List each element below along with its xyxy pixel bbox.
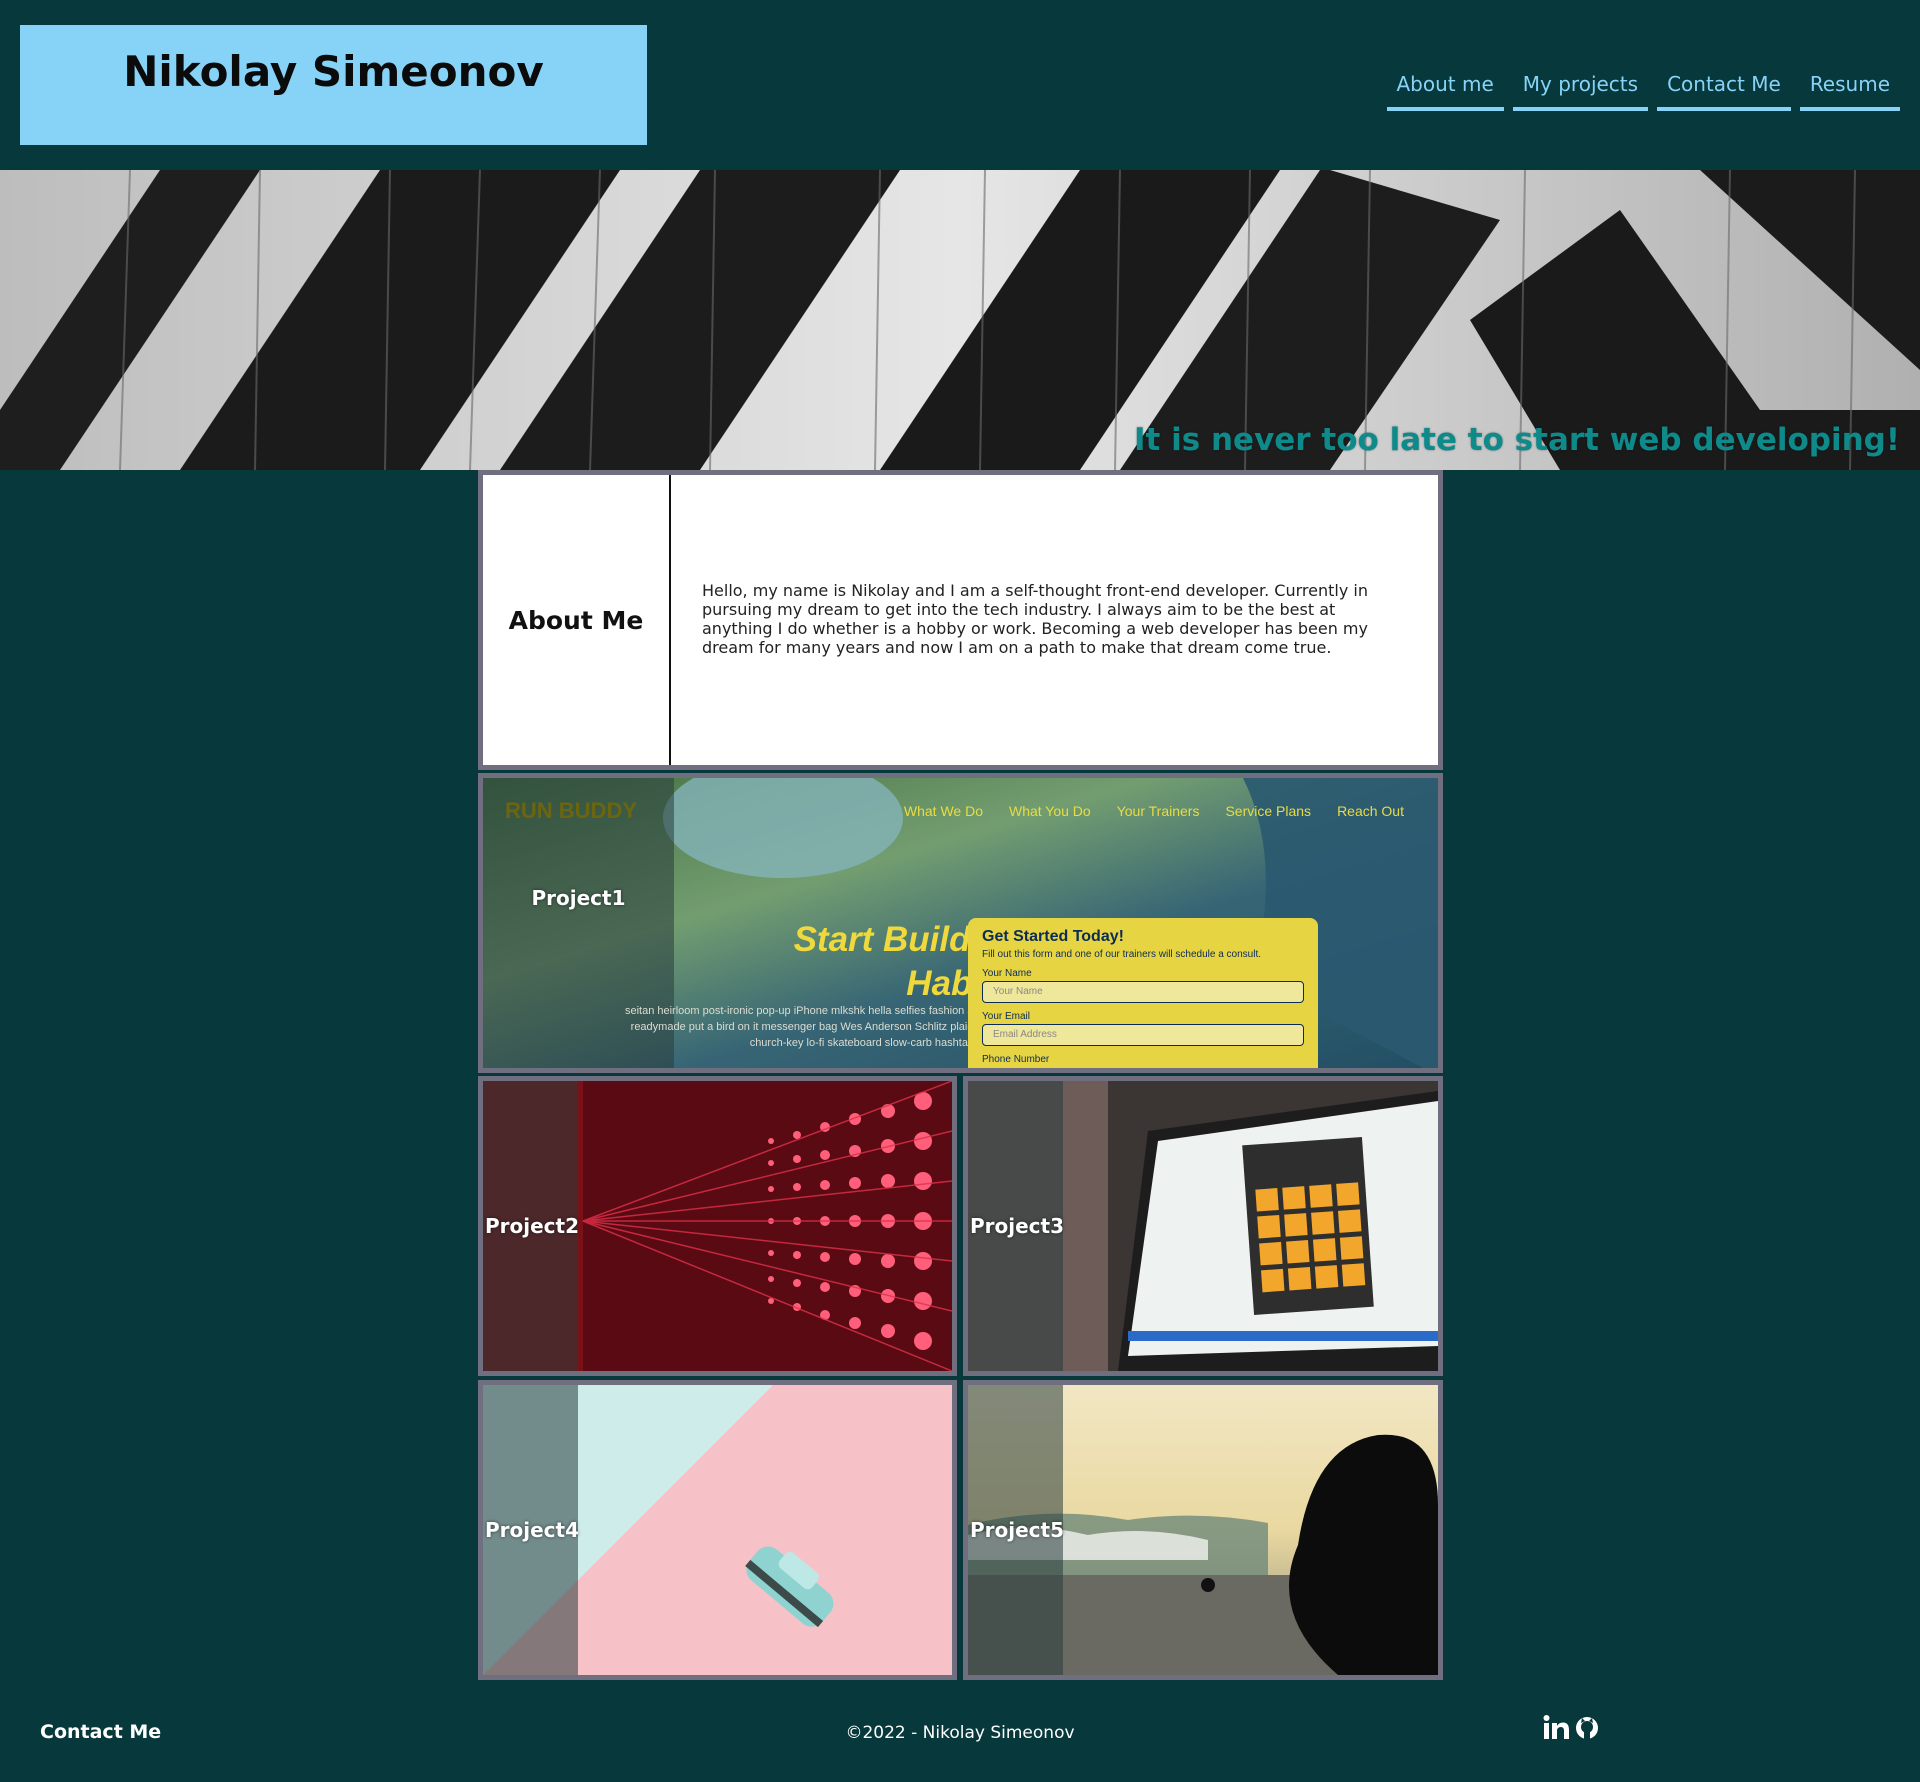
linkedin-icon[interactable] [1542, 1713, 1572, 1747]
project1-preview-name-input: Your Name [982, 981, 1304, 1003]
project2-label: Project2 [485, 1214, 580, 1238]
project1-preview-nav-item: Reach Out [1337, 803, 1404, 819]
project1-preview-nav-item: Service Plans [1225, 803, 1312, 819]
site-title: Nikolay Simeonov [123, 47, 544, 96]
name-banner: Nikolay Simeonov [20, 25, 647, 145]
project4-label: Project4 [485, 1518, 580, 1542]
project-card-3[interactable]: Project3 [963, 1076, 1443, 1376]
nav-contact-me[interactable]: Contact Me [1657, 68, 1791, 111]
about-section: About Me Hello, my name is Nikolay and I… [478, 470, 1443, 770]
project1-preview-email-label: Your Email [982, 1011, 1030, 1022]
project1-label: Project1 [531, 886, 626, 910]
project1-preview-phone-label: Phone Number [982, 1054, 1050, 1065]
footer-social-links [1542, 1713, 1600, 1747]
project1-preview-body: seitan heirloom post-ironic pop-up iPhon… [624, 1005, 1023, 1049]
project3-label: Project3 [970, 1214, 1065, 1238]
project1-preview-nav-item: What You Do [1008, 803, 1091, 819]
github-icon[interactable] [1574, 1713, 1600, 1747]
nav-my-projects[interactable]: My projects [1512, 68, 1649, 111]
project5-label: Project5 [970, 1518, 1065, 1542]
project1-preview-nav-item: What We Do [903, 803, 983, 819]
nav-resume[interactable]: Resume [1799, 68, 1900, 111]
project-card-2[interactable]: Project2 [478, 1076, 957, 1376]
project-card-4[interactable]: Project4 [478, 1380, 957, 1680]
project1-preview-name-label: Your Name [982, 968, 1032, 979]
project1-preview-brand: RUN BUDDY [505, 798, 637, 823]
footer-copyright: ©2022 - Nikolay Simeonov [845, 1723, 1075, 1743]
project1-preview-form: Get Started Today! Fill out this form an… [968, 918, 1318, 1068]
main-nav: About me My projects Contact Me Resume [1386, 68, 1900, 111]
site-header: Nikolay Simeonov About me My projects Co… [0, 0, 1920, 170]
hero-tagline: It is never too late to start web develo… [1133, 422, 1900, 458]
hero-banner: It is never too late to start web develo… [0, 170, 1920, 470]
project1-preview-nav-item: Your Trainers [1116, 803, 1200, 819]
project1-preview-nav: What We Do What You Do Your Trainers Ser… [904, 803, 1404, 819]
project-card-5[interactable]: Project5 [963, 1380, 1443, 1680]
project1-preview-form-title: Get Started Today! [982, 928, 1124, 945]
project1-preview-form-sub: Fill out this form and one of our traine… [982, 949, 1262, 960]
nav-about-me[interactable]: About me [1386, 68, 1504, 111]
site-footer: Contact Me ©2022 - Nikolay Simeonov [0, 1683, 1920, 1782]
project1-preview-email-input: Email Address [982, 1024, 1304, 1046]
project-card-1[interactable]: RUN BUDDY What We Do What You Do Your Tr… [478, 773, 1443, 1073]
about-title: About Me [483, 475, 671, 765]
about-text: Hello, my name is Nikolay and I am a sel… [702, 581, 1368, 657]
